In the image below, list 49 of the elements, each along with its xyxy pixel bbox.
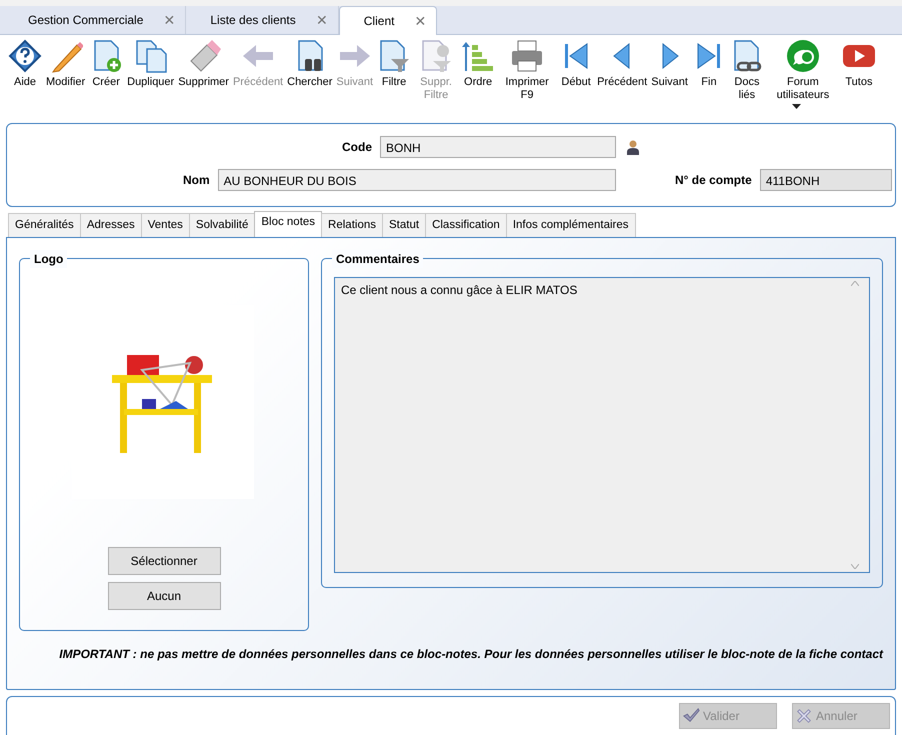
field-label: N° de compte: [675, 172, 752, 189]
toolbar-button[interactable]: Docs liés: [728, 39, 766, 115]
tab[interactable]: Solvabilité: [188, 213, 256, 238]
tab[interactable]: Infos complémentaires: [506, 213, 636, 238]
tab[interactable]: Classification: [425, 213, 507, 238]
footer-button: Annuler: [792, 703, 890, 730]
select-button[interactable]: Aucun: [108, 582, 220, 610]
toolbar-button[interactable]: Précédent: [595, 39, 650, 115]
cross-icon: [795, 707, 813, 726]
notice-text: IMPORTANT : ne pas mettre de données personnelles dans ce bloc-notes. Pour les données personnelles utiliser le bloc-note de la fiche contact: [58, 646, 883, 664]
printer-icon: [510, 39, 544, 73]
toolbar-button[interactable]: Créer: [87, 39, 126, 115]
toolbar-button[interactable]: Suivant: [649, 39, 690, 115]
toolbar-button[interactable]: Imprimer F9: [497, 39, 558, 115]
toolbar-button[interactable]: Début: [557, 39, 596, 115]
group-title: Logo: [30, 250, 68, 268]
tab[interactable]: Adresses: [80, 213, 142, 238]
toolbar-button[interactable]: Chercher: [285, 39, 334, 115]
toolbar-button[interactable]: Fin: [690, 39, 728, 115]
toolbar-button[interactable]: Supprimer: [176, 39, 231, 115]
close-icon[interactable]: ✕: [163, 10, 176, 30]
account-field[interactable]: 411BONH: [760, 169, 892, 191]
tab[interactable]: Ventes: [140, 213, 190, 238]
code-field[interactable]: BONH: [380, 136, 616, 158]
close-icon[interactable]: ✕: [414, 10, 426, 32]
toolbar-button[interactable]: Ordre: [459, 39, 498, 115]
toolbar-button[interactable]: Dupliquer: [125, 39, 176, 115]
select-button[interactable]: Sélectionner: [108, 547, 220, 576]
footer-button: Valider: [679, 703, 777, 730]
field-label: Nom: [183, 172, 210, 189]
toolbar-button[interactable]: Tutos: [840, 39, 878, 115]
tab[interactable]: Bloc notes: [254, 211, 322, 238]
toolbar-button[interactable]: Filtre: [375, 39, 414, 115]
close-icon[interactable]: ✕: [316, 10, 328, 30]
chat-bubble-icon: [786, 39, 820, 73]
tab[interactable]: Statut: [382, 213, 426, 238]
window-tab[interactable]: Client ✕: [338, 6, 438, 35]
name-field[interactable]: AU BONHEUR DU BOIS: [218, 169, 616, 191]
tab[interactable]: Relations: [321, 213, 383, 238]
help-icon: [8, 39, 42, 73]
person-icon[interactable]: [626, 139, 640, 155]
field-label: Code: [342, 139, 372, 156]
comment-text: Ce client nous a connu gâce à ELIR MATOS: [341, 282, 578, 300]
toolbar-button[interactable]: Modifier: [44, 39, 88, 115]
copy-documents-icon: [134, 39, 168, 73]
tab[interactable]: Généralités: [8, 213, 81, 238]
toolbar-button[interactable]: Aide: [6, 39, 44, 115]
toolbar-button[interactable]: Forum utilisateurs: [766, 39, 840, 115]
dropdown-caret-icon[interactable]: [792, 104, 801, 109]
